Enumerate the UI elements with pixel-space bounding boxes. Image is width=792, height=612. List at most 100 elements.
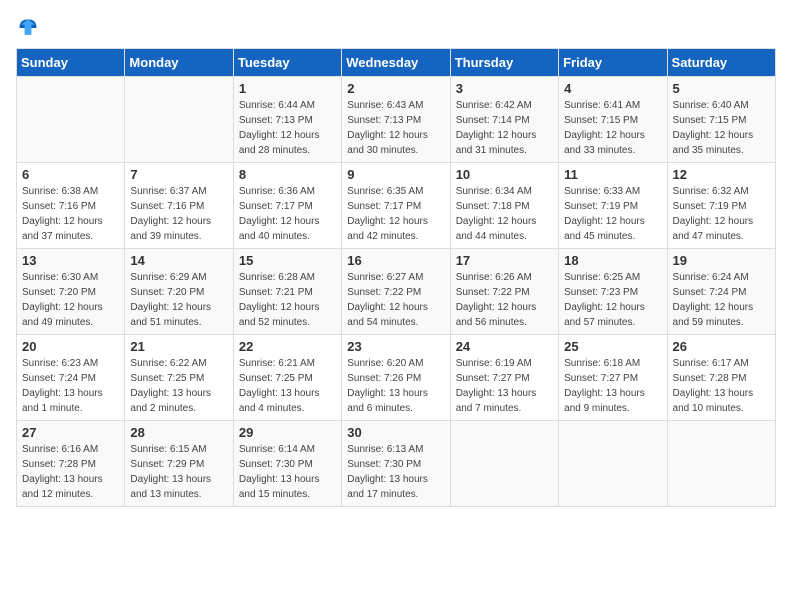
weekday-header-friday: Friday (559, 49, 667, 77)
calendar-cell: 30 Sunrise: 6:13 AMSunset: 7:30 PMDayligh… (342, 421, 450, 507)
day-info: Sunrise: 6:34 AM Sunset: 7:18 PM Daylight:… (456, 184, 553, 244)
calendar-cell: 20Sunrise: 6:23 AMSunset: 7:24 PMDayligh… (17, 335, 125, 421)
day-number: 8 (239, 167, 336, 182)
day-info: Sunrise: 6:30 AMSunset: 7:20 PMDaylight:… (22, 270, 119, 330)
sunrise-label: Sunrise: 6:21 AM (239, 358, 315, 369)
day-info: Sunrise: 6:28 AMSunset: 7:21 PMDaylight:… (239, 270, 336, 330)
sunset-label: Sunset: 7:13 PM (239, 115, 313, 126)
page-header (16, 16, 776, 40)
daylight-label: Daylight: 12 hours and 37 minutes. (22, 216, 103, 242)
day-number: 24 (456, 339, 553, 354)
day-number: 21 (130, 339, 227, 354)
day-info: Sunrise: 6:16 AMSunset: 7:28 PMDaylight:… (22, 442, 119, 502)
day-number: 4 (564, 81, 661, 96)
day-number: 30 (347, 425, 444, 440)
sunset-label: Sunset: 7:19 PM (673, 201, 747, 212)
week-row-3: 13 Sunrise: 6:30 AMSunset: 7:20 PMDayligh… (17, 249, 776, 335)
day-number: 1 (239, 81, 336, 96)
calendar-cell: 4 Sunrise: 6:41 AMSunset: 7:15 PMDaylight… (559, 77, 667, 163)
day-info: Sunrise: 6:20 AMSunset: 7:26 PMDaylight:… (347, 356, 444, 416)
day-number: 27 (22, 425, 119, 440)
day-number: 22 (239, 339, 336, 354)
daylight-label: Daylight: 12 hours and 59 minutes. (673, 302, 754, 328)
sunset-label: Sunset: 7:18 PM (456, 201, 530, 212)
day-number: 17 (456, 253, 553, 268)
daylight-label: Daylight: 13 hours and 1 minute. (22, 388, 103, 414)
sunrise-label: Sunrise: 6:27 AM (347, 272, 423, 283)
sunrise-label: Sunrise: 6:35 AM (347, 186, 423, 197)
daylight-label: Daylight: 12 hours and 42 minutes. (347, 216, 428, 242)
calendar-cell: 27 Sunrise: 6:16 AMSunset: 7:28 PMDayligh… (17, 421, 125, 507)
sunset-label: Sunset: 7:30 PM (347, 459, 421, 470)
day-info: Sunrise: 6:13 AMSunset: 7:30 PMDaylight:… (347, 442, 444, 502)
logo-icon (16, 16, 40, 40)
day-info: Sunrise: 6:43 AMSunset: 7:13 PMDaylight:… (347, 98, 444, 158)
sunset-label: Sunset: 7:20 PM (130, 287, 204, 298)
sunset-label: Sunset: 7:13 PM (347, 115, 421, 126)
weekday-header-row: SundayMondayTuesdayWednesdayThursdayFrid… (17, 49, 776, 77)
daylight-label: Daylight: 13 hours and 2 minutes. (130, 388, 211, 414)
sunrise-label: Sunrise: 6:28 AM (239, 272, 315, 283)
calendar-cell (125, 77, 233, 163)
day-info: Sunrise: 6:29 AMSunset: 7:20 PMDaylight:… (130, 270, 227, 330)
daylight-label: Daylight: 12 hours and 49 minutes. (22, 302, 103, 328)
day-info: Sunrise: 6:40 AMSunset: 7:15 PMDaylight:… (673, 98, 770, 158)
sunset-label: Sunset: 7:24 PM (673, 287, 747, 298)
daylight-label: Daylight: 13 hours and 10 minutes. (673, 388, 754, 414)
daylight-label: Daylight: 12 hours and 28 minutes. (239, 130, 320, 156)
calendar-cell: 22Sunrise: 6:21 AMSunset: 7:25 PMDayligh… (233, 335, 341, 421)
daylight-label: Daylight: 13 hours and 9 minutes. (564, 388, 645, 414)
day-info: Sunrise: 6:15 AM Sunset: 7:29 PM Daylight:… (130, 442, 227, 502)
sunset-label: Sunset: 7:23 PM (564, 287, 638, 298)
daylight-label: Daylight: 12 hours and 35 minutes. (673, 130, 754, 156)
calendar-cell: 14Sunrise: 6:29 AMSunset: 7:20 PMDayligh… (125, 249, 233, 335)
daylight-label: Daylight: 12 hours and 30 minutes. (347, 130, 428, 156)
sunrise-label: Sunrise: 6:15 AM (130, 444, 206, 455)
sunset-label: Sunset: 7:16 PM (22, 201, 96, 212)
calendar-cell: 16Sunrise: 6:27 AMSunset: 7:22 PMDayligh… (342, 249, 450, 335)
calendar-cell: 24Sunrise: 6:19 AMSunset: 7:27 PMDayligh… (450, 335, 558, 421)
weekday-header-tuesday: Tuesday (233, 49, 341, 77)
calendar-cell: 9Sunrise: 6:35 AMSunset: 7:17 PMDaylight… (342, 163, 450, 249)
daylight-label: Daylight: 12 hours and 33 minutes. (564, 130, 645, 156)
day-number: 3 (456, 81, 553, 96)
sunset-label: Sunset: 7:29 PM (130, 459, 204, 470)
sunset-label: Sunset: 7:22 PM (456, 287, 530, 298)
calendar-cell: 17Sunrise: 6:26 AMSunset: 7:22 PMDayligh… (450, 249, 558, 335)
calendar-cell: 18Sunrise: 6:25 AMSunset: 7:23 PMDayligh… (559, 249, 667, 335)
daylight-label: Daylight: 12 hours and 31 minutes. (456, 130, 537, 156)
daylight-label: Daylight: 13 hours and 13 minutes. (130, 474, 211, 500)
day-info: Sunrise: 6:17 AMSunset: 7:28 PMDaylight:… (673, 356, 770, 416)
sunrise-label: Sunrise: 6:36 AM (239, 186, 315, 197)
calendar-cell: 10Sunrise: 6:34 AMSunset: 7:18 PMDayligh… (450, 163, 558, 249)
day-number: 5 (673, 81, 770, 96)
sunrise-label: Sunrise: 6:25 AM (564, 272, 640, 283)
calendar-cell (667, 421, 775, 507)
day-number: 16 (347, 253, 444, 268)
daylight-label: Daylight: 12 hours and 44 minutes. (456, 216, 537, 242)
day-number: 20 (22, 339, 119, 354)
day-info: Sunrise: 6:41 AMSunset: 7:15 PMDaylight:… (564, 98, 661, 158)
sunrise-label: Sunrise: 6:34 AM (456, 186, 532, 197)
week-row-2: 6Sunrise: 6:38 AMSunset: 7:16 PMDaylight… (17, 163, 776, 249)
sunset-label: Sunset: 7:25 PM (239, 373, 313, 384)
sunset-label: Sunset: 7:27 PM (564, 373, 638, 384)
daylight-label: Daylight: 12 hours and 56 minutes. (456, 302, 537, 328)
sunrise-label: Sunrise: 6:40 AM (673, 100, 749, 111)
calendar-cell (559, 421, 667, 507)
calendar-cell: 15 Sunrise: 6:28 AMSunset: 7:21 PMDayligh… (233, 249, 341, 335)
weekday-header-thursday: Thursday (450, 49, 558, 77)
sunrise-label: Sunrise: 6:38 AM (22, 186, 98, 197)
sunrise-label: Sunrise: 6:42 AM (456, 100, 532, 111)
day-info: Sunrise: 6:21 AMSunset: 7:25 PMDaylight:… (239, 356, 336, 416)
day-number: 15 (239, 253, 336, 268)
daylight-label: Daylight: 13 hours and 6 minutes. (347, 388, 428, 414)
day-info: Sunrise: 6:36 AMSunset: 7:17 PMDaylight:… (239, 184, 336, 244)
sunset-label: Sunset: 7:25 PM (130, 373, 204, 384)
day-number: 23 (347, 339, 444, 354)
sunrise-label: Sunrise: 6:29 AM (130, 272, 206, 283)
calendar-cell: 25Sunrise: 6:18 AMSunset: 7:27 PMDayligh… (559, 335, 667, 421)
day-number: 13 (22, 253, 119, 268)
sunset-label: Sunset: 7:27 PM (456, 373, 530, 384)
calendar-cell: 1Sunrise: 6:44 AMSunset: 7:13 PMDaylight… (233, 77, 341, 163)
